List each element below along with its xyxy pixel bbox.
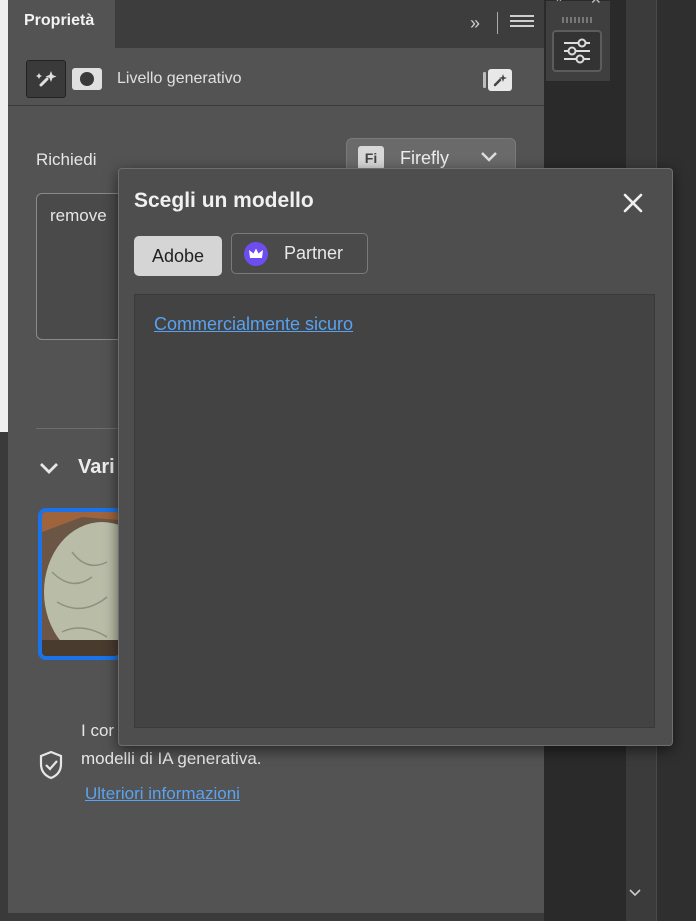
- hamburger-menu-icon[interactable]: [510, 12, 534, 34]
- panel-bottom-edge: [8, 913, 544, 921]
- model-name: Firefly: [400, 148, 449, 168]
- drag-handle[interactable]: [562, 17, 594, 23]
- layer-name: Livello generativo: [117, 70, 242, 87]
- tab-adobe[interactable]: Adobe: [134, 236, 222, 276]
- generate-action-icon[interactable]: [480, 66, 516, 94]
- variations-title[interactable]: Vari: [78, 456, 115, 479]
- popover-title: Scegli un modello: [134, 189, 314, 212]
- chevron-down-icon[interactable]: [38, 457, 60, 479]
- variation-thumbnail[interactable]: [38, 508, 123, 660]
- close-icon[interactable]: [620, 190, 646, 216]
- info-text: I cor: [81, 721, 115, 740]
- info-text: modelli di IA generativa.: [81, 749, 262, 768]
- collapse-panels-button[interactable]: »: [462, 10, 488, 36]
- tab-partner-label: Partner: [284, 243, 344, 263]
- model-list: [134, 294, 655, 728]
- expand-panels-button[interactable]: »: [556, 0, 563, 5]
- chevron-down-icon[interactable]: [628, 885, 642, 901]
- tab-properties[interactable]: Proprietà: [8, 0, 115, 48]
- crown-icon: [244, 242, 268, 266]
- learn-more-link[interactable]: Ulteriori informazioni: [85, 784, 240, 804]
- commercially-safe-link[interactable]: Commercialmente sicuro: [154, 314, 353, 335]
- shield-icon: [38, 750, 64, 780]
- tab-separator: [497, 12, 498, 34]
- generative-fill-icon[interactable]: [26, 60, 66, 98]
- firefly-icon: Fi: [358, 146, 384, 170]
- prompt-label: Richiedi: [36, 150, 97, 169]
- adjustments-icon[interactable]: [552, 30, 602, 72]
- canvas-edge: [0, 0, 8, 921]
- close-icon[interactable]: ✕: [590, 0, 602, 8]
- prompt-text: remove: [50, 206, 107, 225]
- section-divider: [36, 428, 126, 429]
- mask-icon[interactable]: [72, 68, 102, 90]
